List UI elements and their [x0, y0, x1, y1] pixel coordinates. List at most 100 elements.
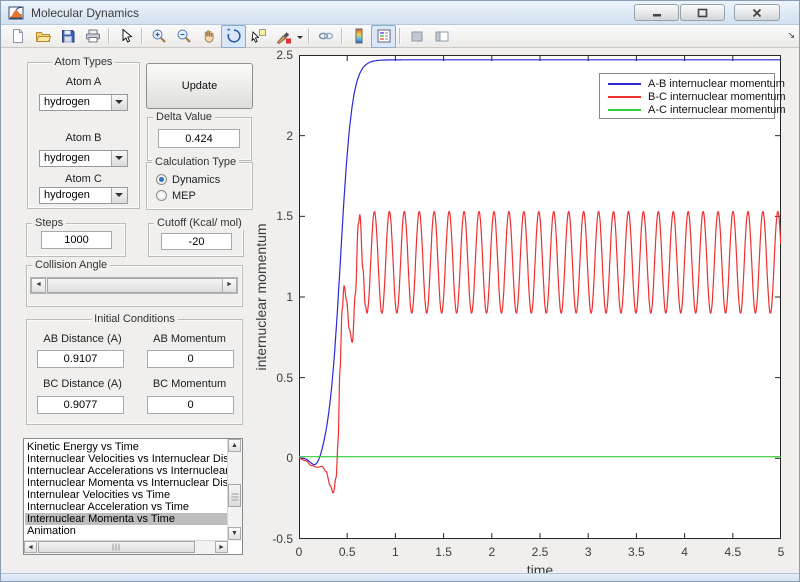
atom-a-value: hydrogen [44, 96, 90, 108]
y-tick-label: 2 [259, 129, 293, 143]
right-arrow-icon: ► [218, 544, 225, 551]
toolbar: ↘ [1, 25, 799, 48]
radio-option-mep[interactable]: MEP [156, 189, 196, 202]
list-item[interactable]: Internuclear Momenta vs Time [25, 513, 229, 525]
app-window: Molecular Dynamics [0, 0, 800, 582]
rotate-3d-icon [226, 28, 242, 44]
atom-types-panel: Atom Types Atom A hydrogen Atom B hydrog… [27, 62, 140, 209]
legend-line-swatch [608, 96, 641, 98]
toolbar-print-figure-button[interactable] [80, 25, 105, 48]
maximize-button[interactable] [680, 4, 725, 21]
toolbar-zoom-out-button[interactable] [171, 25, 196, 48]
legend-label: A-C internuclear momentum [648, 104, 786, 116]
zoom-in-icon [151, 28, 167, 44]
radio-label: MEP [172, 190, 196, 202]
radio-option-dynamics[interactable]: Dynamics [156, 173, 220, 186]
list-item[interactable]: Internuclear Accelerations vs Internucle… [25, 465, 229, 477]
delta-value-panel: Delta Value [147, 117, 252, 161]
atom-b-label: Atom B [28, 132, 139, 144]
toolbar-zoom-in-button[interactable] [146, 25, 171, 48]
toolbar-save-figure-button[interactable] [55, 25, 80, 48]
window-title: Molecular Dynamics [31, 6, 139, 20]
scroll-right-button[interactable]: ► [215, 541, 228, 553]
toolbar-hide-plot-tools-button[interactable] [404, 25, 429, 48]
update-button[interactable]: Update [146, 63, 253, 109]
combo-dropdown-icon[interactable] [111, 95, 127, 110]
steps-field[interactable] [41, 231, 112, 249]
atom-c-combobox[interactable]: hydrogen [39, 187, 128, 204]
new-document-icon [10, 28, 26, 44]
toolbar-separator [141, 28, 143, 44]
slider-left-arrow[interactable]: ◄ [31, 278, 46, 293]
window-bottom-border [1, 573, 800, 582]
y-tick-label: 2.5 [259, 48, 293, 62]
vertical-scrollbar[interactable]: ▲ ▼ [227, 439, 242, 541]
plot-legend[interactable]: A-B internuclear momentum B-C internucle… [599, 73, 775, 119]
toolbar-overflow-icon[interactable]: ↘ [787, 30, 795, 41]
toolbar-open-file-button[interactable] [30, 25, 55, 48]
toolbar-rotate-3d-button[interactable] [221, 25, 246, 48]
toolbar-insert-colorbar-button[interactable] [346, 25, 371, 48]
list-item[interactable]: Internulear Velocities vs Time [25, 489, 229, 501]
toolbar-show-plot-tools-button[interactable] [429, 25, 454, 48]
scroll-down-button[interactable]: ▼ [228, 527, 241, 540]
y-tick-label: 1.5 [259, 209, 293, 223]
list-item[interactable]: Animation [25, 525, 229, 537]
x-tick-label: 4.5 [713, 545, 753, 559]
bc-momentum-field[interactable] [147, 396, 234, 414]
panel-title: Cutoff (Kcal/ mol) [154, 217, 245, 230]
x-tick-label: 4 [665, 545, 705, 559]
save-icon [60, 28, 76, 44]
list-item[interactable]: Internuclear Velocities vs Internuclear … [25, 453, 229, 465]
slider-thumb[interactable] [47, 278, 223, 293]
close-button[interactable] [734, 4, 780, 21]
colorbar-icon [351, 28, 367, 44]
ab-distance-field[interactable] [37, 350, 124, 368]
legend-line-swatch [608, 109, 641, 111]
toolbar-brush-data-button[interactable] [271, 25, 296, 48]
toolbar-edit-plot-button[interactable] [113, 25, 138, 48]
plot-canvas[interactable] [299, 55, 781, 539]
collision-angle-slider[interactable]: ◄ ► [30, 277, 238, 294]
minimize-button[interactable] [634, 4, 679, 21]
left-arrow-icon: ◄ [27, 544, 34, 551]
list-item[interactable]: Internuclear Momenta vs Internuclear Dis… [25, 477, 229, 489]
radio-icon[interactable] [156, 190, 167, 201]
atom-a-label: Atom A [28, 76, 139, 88]
atom-b-value: hydrogen [44, 152, 90, 164]
x-tick-label: 1 [375, 545, 415, 559]
toolbar-insert-legend-button[interactable] [371, 25, 396, 48]
cutoff-field[interactable] [161, 233, 232, 250]
maximize-icon [697, 8, 708, 18]
delta-value-field[interactable] [158, 129, 240, 148]
scrollbar-thumb[interactable] [228, 484, 241, 507]
slider-right-arrow[interactable]: ► [222, 278, 237, 293]
legend-entry: A-B internuclear momentum [600, 77, 774, 90]
ab-momentum-field[interactable] [147, 350, 234, 368]
toolbar-pan-button[interactable] [196, 25, 221, 48]
toolbar-data-cursor-button[interactable] [246, 25, 271, 48]
list-item[interactable]: Internuclear Acceleration vs Time [25, 501, 229, 513]
toolbar-link-plot-button[interactable] [313, 25, 338, 48]
combo-dropdown-icon[interactable] [111, 151, 127, 166]
atom-a-combobox[interactable]: hydrogen [39, 94, 128, 111]
toolbar-separator [341, 28, 343, 44]
toolbar-new-figure-button[interactable] [5, 25, 30, 48]
initial-conditions-panel: Initial Conditions AB Distance (A) AB Mo… [26, 319, 243, 425]
combo-dropdown-icon[interactable] [111, 188, 127, 203]
atom-b-combobox[interactable]: hydrogen [39, 150, 128, 167]
x-tick-label: 1.5 [424, 545, 464, 559]
scrollbar-thumb[interactable] [38, 541, 195, 553]
title-bar[interactable]: Molecular Dynamics [1, 1, 799, 25]
thumb-grip [231, 491, 238, 500]
scroll-up-button[interactable]: ▲ [228, 439, 241, 452]
scroll-left-button[interactable]: ◄ [24, 541, 37, 553]
bc-distance-field[interactable] [37, 396, 124, 414]
legend-line-swatch [608, 83, 641, 85]
radio-icon[interactable] [156, 174, 167, 185]
list-item[interactable]: Kinetic Energy vs Time [25, 441, 229, 453]
horizontal-scrollbar[interactable]: ◄ ► [24, 540, 228, 554]
brush-dropdown-caret-icon[interactable] [297, 36, 303, 42]
ab-momentum-label: AB Momentum [142, 333, 237, 345]
cutoff-panel: Cutoff (Kcal/ mol) [148, 223, 244, 257]
